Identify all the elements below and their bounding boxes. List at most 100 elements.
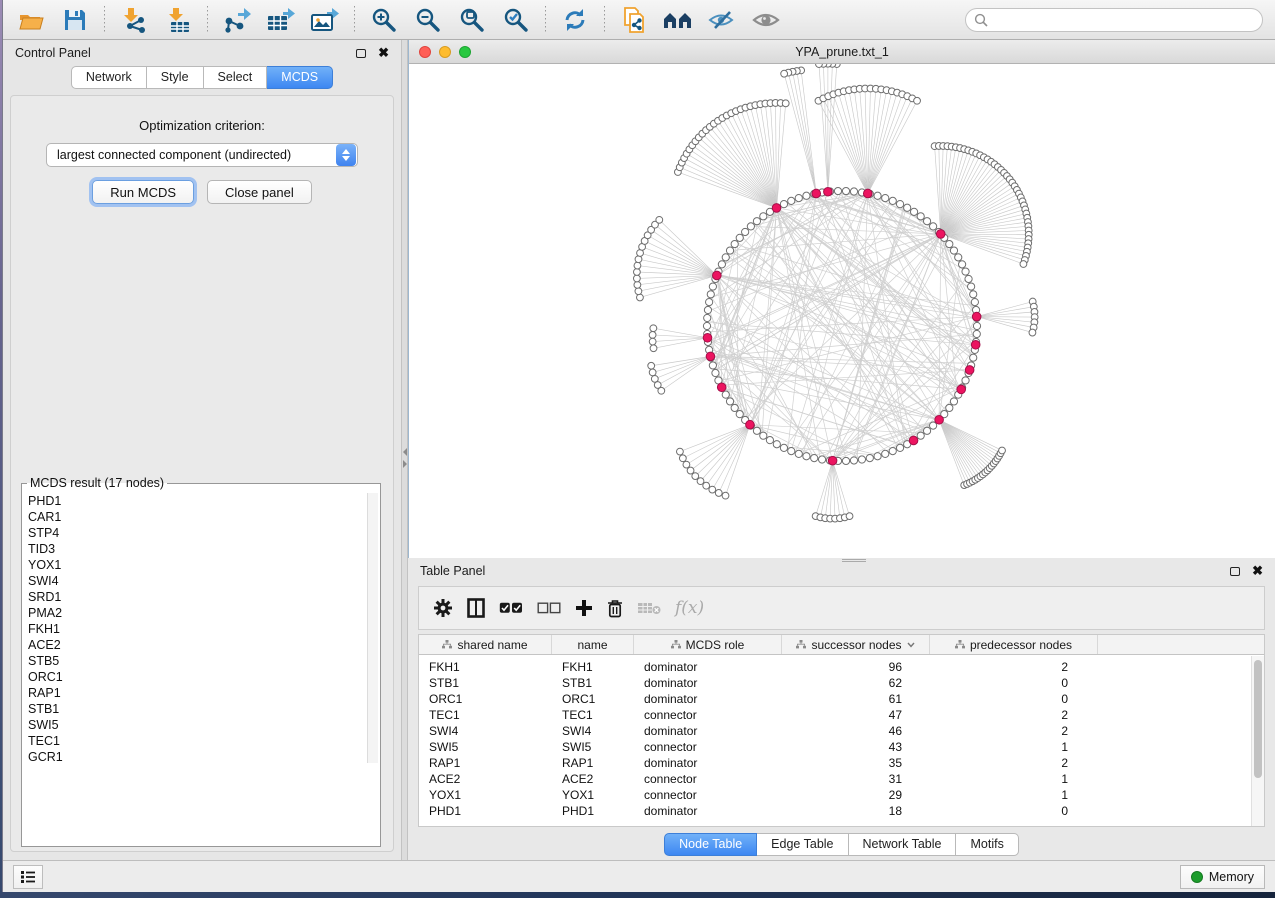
satellite-node[interactable] (1029, 329, 1036, 336)
network-node[interactable] (896, 201, 903, 208)
network-node[interactable] (726, 247, 733, 254)
memory-button[interactable]: Memory (1180, 865, 1265, 889)
network-node[interactable] (889, 197, 896, 204)
float-table-panel-icon[interactable] (1230, 567, 1240, 576)
satellite-node[interactable] (677, 448, 684, 455)
column-header-shared-name[interactable]: shared name (419, 635, 552, 654)
network-node[interactable] (795, 195, 802, 202)
network-node[interactable] (722, 254, 729, 261)
mcds-result-item[interactable]: GCR1 (28, 749, 380, 765)
network-node[interactable] (742, 228, 749, 235)
mcds-result-item[interactable]: ACE2 (28, 637, 380, 653)
network-node[interactable] (959, 261, 966, 268)
satellite-node[interactable] (816, 64, 823, 67)
refresh-layout-button[interactable] (555, 3, 595, 37)
mcds-result-item[interactable]: STP4 (28, 525, 380, 541)
network-node[interactable] (834, 187, 841, 194)
export-network-button[interactable] (217, 3, 257, 37)
table-row[interactable]: TEC1TEC1connector472 (419, 707, 1264, 723)
network-node[interactable] (970, 291, 977, 298)
panel-splitter[interactable] (401, 40, 408, 860)
network-canvas[interactable] (409, 64, 1275, 558)
satellite-node[interactable] (722, 492, 729, 499)
network-node[interactable] (731, 240, 738, 247)
network-node[interactable] (780, 444, 787, 451)
mcds-hub-node[interactable] (971, 340, 980, 349)
mcds-hub-node[interactable] (828, 456, 837, 465)
table-row[interactable]: SWI4SWI4dominator462 (419, 723, 1264, 739)
mcds-result-item[interactable]: PHD1 (28, 493, 380, 509)
tab-style[interactable]: Style (147, 66, 204, 89)
criterion-select[interactable]: largest connected component (undirected) (46, 143, 358, 167)
mcds-result-item[interactable]: PMA2 (28, 605, 380, 621)
satellite-node[interactable] (634, 262, 641, 269)
network-node[interactable] (946, 240, 953, 247)
satellite-node[interactable] (846, 513, 853, 520)
scrollbar-thumb[interactable] (1254, 660, 1262, 778)
network-node[interactable] (704, 306, 711, 313)
network-node[interactable] (747, 223, 754, 230)
import-network-button[interactable] (114, 3, 154, 37)
mcds-result-item[interactable]: STB5 (28, 653, 380, 669)
zoom-in-button[interactable] (364, 3, 404, 37)
tab-edge-table[interactable]: Edge Table (757, 833, 848, 856)
network-node[interactable] (850, 188, 857, 195)
clone-network-button[interactable] (614, 3, 654, 37)
mcds-hub-node[interactable] (824, 187, 833, 196)
satellite-node[interactable] (715, 490, 722, 497)
network-node[interactable] (788, 197, 795, 204)
network-node[interactable] (874, 453, 881, 460)
network-node[interactable] (753, 218, 760, 225)
export-image-button[interactable] (305, 3, 345, 37)
zoom-out-button[interactable] (408, 3, 448, 37)
satellite-node[interactable] (697, 478, 704, 485)
import-table-button[interactable] (158, 3, 198, 37)
mcds-hub-node[interactable] (703, 333, 712, 342)
network-node[interactable] (707, 291, 714, 298)
mcds-result-item[interactable]: ORC1 (28, 669, 380, 685)
column-header-name[interactable]: name (552, 635, 634, 654)
satellite-node[interactable] (634, 281, 641, 288)
mcds-result-item[interactable]: STB1 (28, 701, 380, 717)
network-node[interactable] (780, 201, 787, 208)
network-node[interactable] (858, 456, 865, 463)
table-row[interactable]: STB1STB1dominator620 (419, 675, 1264, 691)
window-zoom-traffic-light[interactable] (459, 46, 471, 58)
satellite-node[interactable] (914, 97, 921, 104)
network-node[interactable] (917, 432, 924, 439)
network-node[interactable] (760, 432, 767, 439)
satellite-node[interactable] (648, 362, 655, 369)
network-node[interactable] (923, 218, 930, 225)
network-node[interactable] (962, 268, 969, 275)
mcds-hub-node[interactable] (936, 230, 945, 239)
network-node[interactable] (760, 213, 767, 220)
tab-network-table[interactable]: Network Table (849, 833, 957, 856)
network-node[interactable] (874, 192, 881, 199)
satellite-node[interactable] (637, 294, 644, 301)
satellite-node[interactable] (650, 325, 657, 332)
mcds-result-item[interactable]: TEC1 (28, 733, 380, 749)
network-node[interactable] (971, 299, 978, 306)
network-node[interactable] (726, 398, 733, 405)
mcds-result-item[interactable]: SRD1 (28, 589, 380, 605)
mcds-hub-node[interactable] (909, 436, 918, 445)
satellite-node[interactable] (679, 455, 686, 462)
network-node[interactable] (962, 377, 969, 384)
tab-select[interactable]: Select (204, 66, 268, 89)
float-panel-icon[interactable] (356, 49, 366, 58)
satellite-node[interactable] (658, 387, 665, 394)
satellite-node[interactable] (649, 369, 656, 376)
network-node[interactable] (709, 362, 716, 369)
network-node[interactable] (842, 187, 849, 194)
add-row-button[interactable] (575, 593, 593, 623)
network-node[interactable] (811, 455, 818, 462)
network-node[interactable] (709, 283, 716, 290)
mcds-result-item[interactable]: TID3 (28, 541, 380, 557)
network-node[interactable] (968, 283, 975, 290)
column-header-predecessor-nodes[interactable]: predecessor nodes (930, 635, 1098, 654)
show-all-button[interactable] (746, 3, 786, 37)
mcds-result-item[interactable]: RAP1 (28, 685, 380, 701)
network-node[interactable] (753, 427, 760, 434)
network-node[interactable] (704, 314, 711, 321)
export-table-button[interactable] (261, 3, 301, 37)
